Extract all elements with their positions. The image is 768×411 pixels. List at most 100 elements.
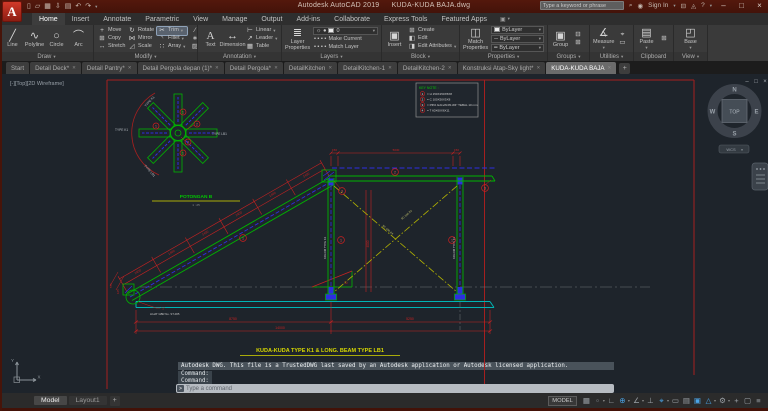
tool-linear[interactable]: ⊢Linear▾: [245, 27, 278, 34]
model-space-canvas[interactable]: [-][Top][2D Wireframe] – □ × TYPE K1 TYP…: [0, 74, 768, 393]
panel-label-view[interactable]: View▾: [674, 52, 707, 61]
search-icon[interactable]: ⌕: [629, 2, 633, 10]
viewcube-north[interactable]: N: [732, 88, 736, 94]
tool-match-properties[interactable]: ◫MatchProperties: [463, 27, 488, 51]
viewport-control[interactable]: [-][Top][2D Wireframe]: [10, 81, 64, 87]
snap-icon[interactable]: ▫: [593, 395, 602, 406]
tool-hatch[interactable]: ▨▾: [91, 43, 93, 50]
tool-copy[interactable]: ⊞Copy: [97, 35, 127, 43]
viewcube-west[interactable]: W: [710, 110, 716, 116]
ribbon-tab-home[interactable]: Home: [32, 13, 65, 25]
osnap-icon[interactable]: ⌖: [657, 395, 666, 406]
tool-leader[interactable]: ↗Leader▾: [245, 35, 278, 42]
tool-create-block[interactable]: ⊞Create: [407, 27, 457, 34]
file-tab-start[interactable]: Start: [6, 62, 29, 74]
viewcube-east[interactable]: E: [754, 110, 758, 116]
panel-label-modify[interactable]: Modify▾: [94, 52, 197, 61]
close-icon[interactable]: ✕: [72, 65, 76, 71]
tool-measure[interactable]: ∡Measure▾: [593, 27, 614, 51]
app-store-icon[interactable]: ⊟: [681, 2, 686, 10]
search-input[interactable]: [540, 1, 624, 10]
tool-edit-attributes[interactable]: ◨Edit Attributes▾: [407, 43, 457, 50]
tool-quick-select[interactable]: ▭: [617, 39, 627, 46]
polar-tracking-icon[interactable]: ⊕: [618, 395, 627, 406]
ribbon-tab-collaborate[interactable]: Collaborate: [327, 13, 377, 25]
grid-icon[interactable]: ▦: [582, 395, 591, 406]
panel-label-annotation[interactable]: Annotation▾: [198, 52, 281, 61]
ribbon-tab-annotate[interactable]: Annotate: [96, 13, 138, 25]
share-icon[interactable]: ◬: [691, 2, 696, 10]
panel-label-utilities[interactable]: Utilities▾: [590, 52, 633, 61]
tool-offset[interactable]: ▨: [190, 43, 197, 50]
tool-text[interactable]: AText: [201, 30, 220, 48]
tool-id-point[interactable]: ⌖: [617, 31, 627, 38]
osnap-tracking-icon[interactable]: ⊥: [646, 395, 655, 406]
command-input-placeholder[interactable]: Type a command: [186, 386, 232, 392]
tool-trim[interactable]: ✂Trim▾: [157, 27, 187, 35]
ribbon-display-toggle[interactable]: ▣▾: [494, 13, 516, 25]
chevron-down-icon[interactable]: ▾: [728, 398, 730, 403]
ribbon-tab-featured-apps[interactable]: Featured Apps: [434, 13, 494, 25]
isolate-objects-icon[interactable]: ▢: [743, 395, 752, 406]
lineweight-dropdown[interactable]: ─ByLayer▾: [491, 35, 544, 43]
transparency-icon[interactable]: ▤: [682, 395, 691, 406]
doc-restore-icon[interactable]: □: [754, 79, 758, 85]
ribbon-tab-view[interactable]: View: [186, 13, 215, 25]
tool-group-edit[interactable]: ⊞: [573, 39, 583, 46]
tool-match-layer[interactable]: ▪ ▪ ▪ ▪Match Layer: [313, 44, 378, 51]
isodraft-icon[interactable]: ∠: [632, 395, 641, 406]
chevron-down-icon[interactable]: ▾: [628, 398, 630, 403]
tool-make-current[interactable]: ▪ ▪ ▪ ▪Make Current: [313, 36, 378, 43]
file-tab-detail-deck[interactable]: Detail Deck*✕: [30, 62, 81, 74]
new-layout-button[interactable]: +: [110, 396, 120, 406]
chevron-down-icon[interactable]: ▾: [667, 398, 669, 403]
lineweight-icon[interactable]: ▭: [671, 395, 680, 406]
command-input-bar[interactable]: > Type a command: [176, 384, 614, 393]
ribbon-tab-parametric[interactable]: Parametric: [138, 13, 186, 25]
layout1-tab[interactable]: Layout1: [69, 396, 107, 405]
panel-label-block[interactable]: Block▾: [382, 52, 459, 61]
close-button[interactable]: ×: [753, 1, 766, 10]
customization-icon[interactable]: ≡: [754, 395, 763, 406]
close-icon[interactable]: ✕: [328, 65, 332, 71]
tool-explode[interactable]: ∗: [190, 35, 197, 42]
help-caret-icon[interactable]: ▾: [710, 3, 712, 9]
ortho-icon[interactable]: ∟: [607, 395, 616, 406]
model-space-button[interactable]: MODEL: [548, 396, 577, 406]
tool-table[interactable]: ▦Table: [245, 43, 278, 50]
close-icon[interactable]: ✕: [536, 65, 540, 71]
chevron-down-icon[interactable]: ▾: [603, 398, 605, 403]
tool-rectangle[interactable]: ▭▾: [91, 27, 93, 34]
autocad-logo[interactable]: A: [2, 1, 22, 22]
close-icon[interactable]: ✕: [128, 65, 132, 71]
tool-dimension[interactable]: ↔Dimension: [223, 30, 242, 48]
file-tab-detailkitchen[interactable]: DetailKitchen✕: [284, 62, 337, 74]
annotation-scale-add-icon[interactable]: +: [732, 395, 741, 406]
tool-group[interactable]: ▣Group: [551, 30, 570, 48]
close-icon[interactable]: ✕: [448, 65, 452, 71]
tool-polyline[interactable]: ∿Polyline: [25, 30, 44, 48]
doc-close-icon[interactable]: ×: [763, 79, 767, 85]
workspace-gear-icon[interactable]: ⚙: [718, 395, 727, 406]
tool-scale[interactable]: ◿Scale: [127, 43, 157, 51]
tool-fillet[interactable]: ◝Fillet▾: [157, 35, 187, 43]
sign-in-link[interactable]: Sign In: [648, 2, 668, 9]
ribbon-tab-express-tools[interactable]: Express Tools: [377, 13, 434, 25]
doc-minimize-icon[interactable]: –: [745, 79, 749, 85]
file-tab-konstruksi-atap[interactable]: Konstruksi Atap-Sky light*✕: [458, 62, 546, 74]
tool-move[interactable]: +Move: [97, 27, 127, 35]
tool-mirror[interactable]: ⋈Mirror: [127, 35, 157, 43]
tool-circle[interactable]: ○Circle: [47, 30, 66, 48]
file-tab-detail-pergola[interactable]: Detail Pergola*✕: [225, 62, 283, 74]
autoscale-icon[interactable]: △: [704, 395, 713, 406]
close-icon[interactable]: ✕: [388, 65, 392, 71]
close-icon[interactable]: ✕: [274, 65, 278, 71]
panel-label-clipboard[interactable]: Clipboard: [634, 52, 673, 61]
tool-copy-clip[interactable]: ⊞: [659, 35, 669, 42]
layer-dropdown[interactable]: ☼ ● 0 ▾: [313, 27, 378, 35]
tool-base[interactable]: ◰Base▾: [681, 27, 700, 51]
tool-ellipse[interactable]: ◌▾: [91, 35, 93, 42]
minimize-button[interactable]: –: [717, 1, 730, 10]
file-tab-kuda-kuda-baja[interactable]: KUDA-KUDA BAJA✕: [546, 62, 616, 74]
ribbon-tab-insert[interactable]: Insert: [65, 13, 97, 25]
